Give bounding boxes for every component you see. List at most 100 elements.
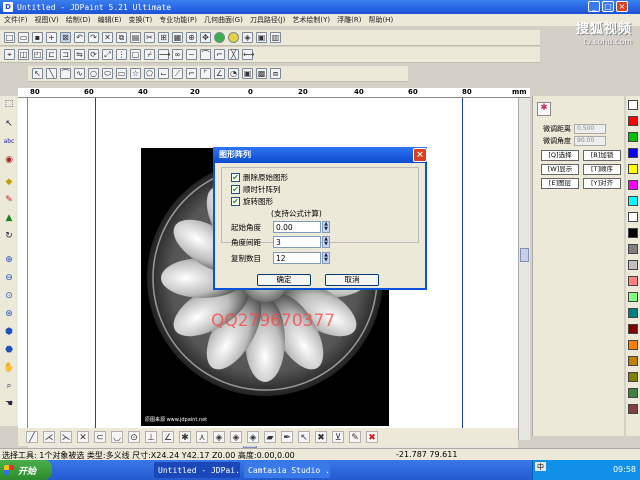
trim-icon[interactable]: ⌿ [144,49,155,60]
fillet-icon[interactable]: ⌒ [200,49,211,60]
ellipse-icon[interactable]: ⬭ [102,68,113,79]
delete-icon[interactable]: ✂ [144,32,155,43]
color-swatch[interactable] [628,148,638,158]
copy-count-spinner[interactable]: ▲ ▼ [322,252,330,264]
trim-line-icon[interactable]: ⟋ [172,68,183,79]
extend-icon[interactable]: ⟶ [158,49,170,60]
line-icon[interactable]: ╲ [46,68,57,79]
lock-button[interactable]: [B]加锁 [583,150,621,161]
offset-icon[interactable]: ▢ [130,49,141,60]
zoom-all-tool-icon[interactable]: ⊛ [3,308,15,320]
scale-icon[interactable]: ⤢ [102,49,113,60]
pointer-icon[interactable]: ↖ [32,68,43,79]
rotate-icon[interactable]: ⟳ [88,49,99,60]
paste-icon[interactable]: ▤ [130,32,141,43]
book-icon[interactable]: ▥ [270,32,281,43]
hatch-icon[interactable]: ▩ [256,68,267,79]
snap-perp-icon[interactable]: ⊥ [145,431,157,443]
color-swatch[interactable] [628,196,638,206]
close-window-button[interactable]: × [616,1,628,12]
clockwise-checkbox[interactable]: ✔ 顺时针阵列 [231,184,281,195]
sector-icon[interactable]: ◔ [228,68,239,79]
snap-cross-icon[interactable]: ✖ [315,431,327,443]
menu-surface[interactable]: 几何曲面(G) [204,15,243,25]
fine-angle-field[interactable]: 90.00 [574,136,606,146]
snap-intersect-icon[interactable]: ✕ [77,431,89,443]
circle-icon[interactable]: ○ [88,68,99,79]
start-angle-input[interactable] [273,221,321,233]
measure-icon[interactable]: ⟷ [242,49,254,60]
chamfer-icon[interactable]: ⌐ [214,49,225,60]
border-icon[interactable]: ⧈ [270,68,281,79]
menu-art[interactable]: 艺术绘制(Y) [292,15,330,25]
color-swatch[interactable] [628,132,638,142]
color-swatch[interactable] [628,292,638,302]
corner2-icon[interactable]: ⌜ [200,68,211,79]
menu-transform[interactable]: 变换(T) [129,15,153,25]
color-swatch[interactable] [628,228,638,238]
color-swatch[interactable] [628,164,638,174]
cut-icon[interactable]: ✕ [102,32,113,43]
fine-distance-field[interactable]: 0.500 [574,124,606,134]
minimize-button[interactable]: _ [588,1,600,12]
color-swatch[interactable] [628,260,638,270]
delete-original-checkbox[interactable]: ✔ 删除原始图形 [231,172,288,183]
color-swatch[interactable] [628,212,638,222]
color-swatch[interactable] [628,116,638,126]
pan-tool-icon[interactable]: ✋ [3,362,15,374]
color-swatch[interactable] [628,308,638,318]
view-3d-tool-icon[interactable]: ⬢ [3,326,15,338]
snap-magnet-icon[interactable]: ⊻ [332,431,344,443]
color-swatch[interactable] [628,372,638,382]
pan-icon[interactable]: ✥ [200,32,211,43]
snap-fill-icon[interactable]: ▰ [264,431,276,443]
pen-tool-icon[interactable]: ✎ [3,194,15,206]
color-swatch[interactable] [628,244,638,254]
vertical-scroll-thumb[interactable] [520,248,529,262]
mirror-icon[interactable]: ⇋ [74,49,85,60]
join-icon[interactable]: ∞ [172,49,183,60]
color-swatch[interactable] [628,180,638,190]
snap-line-icon[interactable]: ╱ [26,431,38,443]
record-tool-icon[interactable]: ◉ [3,154,15,166]
smooth-icon[interactable]: ~ [186,49,197,60]
crosshair-icon[interactable]: + [46,32,57,43]
select-button[interactable]: [Q]选择 [541,150,579,161]
snap-tangent-icon[interactable]: ⊂ [94,431,106,443]
zoom-in-tool-icon[interactable]: ⊕ [3,254,15,266]
undo-icon[interactable]: ↶ [74,32,85,43]
copy-count-input[interactable] [273,252,321,264]
layer-icon[interactable]: ▦ [172,32,183,43]
color-swatch[interactable] [628,356,638,366]
arc-icon[interactable]: ⌒ [60,68,71,79]
snap-grid3-icon[interactable]: ◈ [247,431,259,443]
hand-tool-icon[interactable]: ☚ [3,398,15,410]
task-jdpaint[interactable]: Untitled - JDPai... [154,462,240,478]
start-angle-spinner[interactable]: ▲ ▼ [322,221,330,233]
color-swatch[interactable] [628,324,638,334]
zoom-box-tool-icon[interactable]: ⊙ [3,290,15,302]
snap-grid2-icon[interactable]: ◈ [230,431,242,443]
snap-angle-icon[interactable]: ∠ [162,431,174,443]
zoom-icon[interactable]: ⊕ [186,32,197,43]
color-swatch[interactable] [628,100,638,110]
open-folder-icon[interactable]: ▭ [18,32,29,43]
snap-point-icon[interactable]: ✱ [179,431,191,443]
node-edit-icon[interactable]: ⌖ [4,49,15,60]
color-swatch[interactable] [628,340,638,350]
vertical-scrollbar[interactable] [518,98,530,440]
menu-edit[interactable]: 编辑(E) [98,15,122,25]
snap-pen-icon[interactable]: ✒ [281,431,293,443]
magnify-tool-icon[interactable]: ⌕ [3,380,15,392]
copy-icon[interactable]: ⧉ [116,32,127,43]
rotate-tool-icon[interactable]: ↻ [3,230,15,242]
break-icon[interactable]: ╳ [228,49,239,60]
show-button[interactable]: [W]显示 [541,164,579,175]
text-tool-icon[interactable]: abc [3,136,15,148]
menu-view[interactable]: 视图(V) [35,15,59,25]
light-green-icon[interactable] [214,32,225,43]
menu-help[interactable]: 帮助(H) [368,15,393,25]
snap-brush-icon[interactable]: ✎ [349,431,361,443]
order-button[interactable]: [T]顺序 [583,164,621,175]
view-side-tool-icon[interactable]: ⬣ [3,344,15,356]
